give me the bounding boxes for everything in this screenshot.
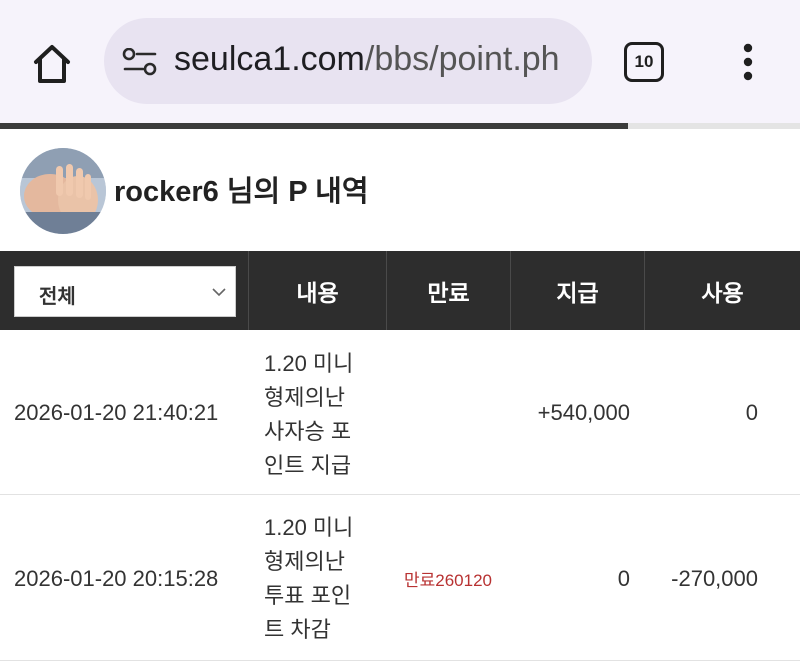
page-load-progress-fill (0, 123, 628, 129)
table-row: 2026-01-20 21:40:21 1.20 미니 형제의난 사자승 포 인… (0, 330, 800, 495)
address-bar[interactable]: seulca1.com/bbs/point.ph (104, 18, 592, 104)
row-content-line: 형제의난 (264, 385, 345, 410)
row-use: -270,000 (671, 565, 758, 591)
row-content-line: 트 차감 (264, 617, 331, 642)
url-text[interactable]: seulca1.com/bbs/point.ph (174, 40, 560, 79)
more-menu-icon[interactable] (730, 40, 766, 88)
url-domain: seulca1.com (174, 40, 365, 78)
row-use: 0 (745, 399, 758, 425)
row-content-line: 투표 포인 (264, 583, 352, 608)
row-expire: 만료260120 (403, 571, 492, 590)
row-content-line: 형제의난 (264, 549, 345, 574)
column-header-use: 사용 (701, 279, 744, 306)
chevron-down-icon (212, 288, 226, 297)
row-content-line: 인트 지급 (264, 453, 352, 478)
row-date: 2026-01-20 20:15:28 (14, 565, 219, 591)
tab-count: 10 (634, 52, 654, 71)
column-header-content: 내용 (296, 279, 339, 306)
column-header-earn: 지급 (556, 279, 599, 306)
site-info-icon[interactable] (122, 47, 158, 76)
tab-switcher-button[interactable]: 10 (624, 42, 664, 82)
table-header: 전체 내용 만료 지급 사용 (0, 251, 800, 330)
row-earn: +540,000 (537, 399, 630, 425)
row-content: 1.20 미니 형제의난 투표 포인 트 차감 (264, 511, 376, 647)
row-content: 1.20 미니 형제의난 사자승 포 인트 지급 (264, 347, 376, 483)
page-title: rocker6 님의 P 내역 (114, 176, 369, 208)
row-expire (386, 330, 510, 495)
row-earn: 0 (617, 565, 630, 591)
table-row: 2026-01-20 20:15:28 1.20 미니 형제의난 투표 포인 트… (0, 496, 800, 661)
row-date: 2026-01-20 21:40:21 (14, 399, 219, 425)
home-icon[interactable] (28, 40, 76, 88)
page-load-progress (0, 123, 800, 129)
browser-toolbar: seulca1.com/bbs/point.ph 10 (0, 0, 800, 123)
url-path: /bbs/point.ph (364, 40, 560, 78)
row-content-line: 사자승 포 (264, 419, 352, 444)
column-header-expire: 만료 (427, 279, 470, 306)
type-filter-value: 전체 (39, 286, 76, 308)
avatar[interactable] (20, 148, 106, 234)
row-content-line: 1.20 미니 (264, 515, 354, 540)
type-filter-select[interactable]: 전체 (14, 266, 236, 317)
row-content-line: 1.20 미니 (264, 351, 354, 376)
